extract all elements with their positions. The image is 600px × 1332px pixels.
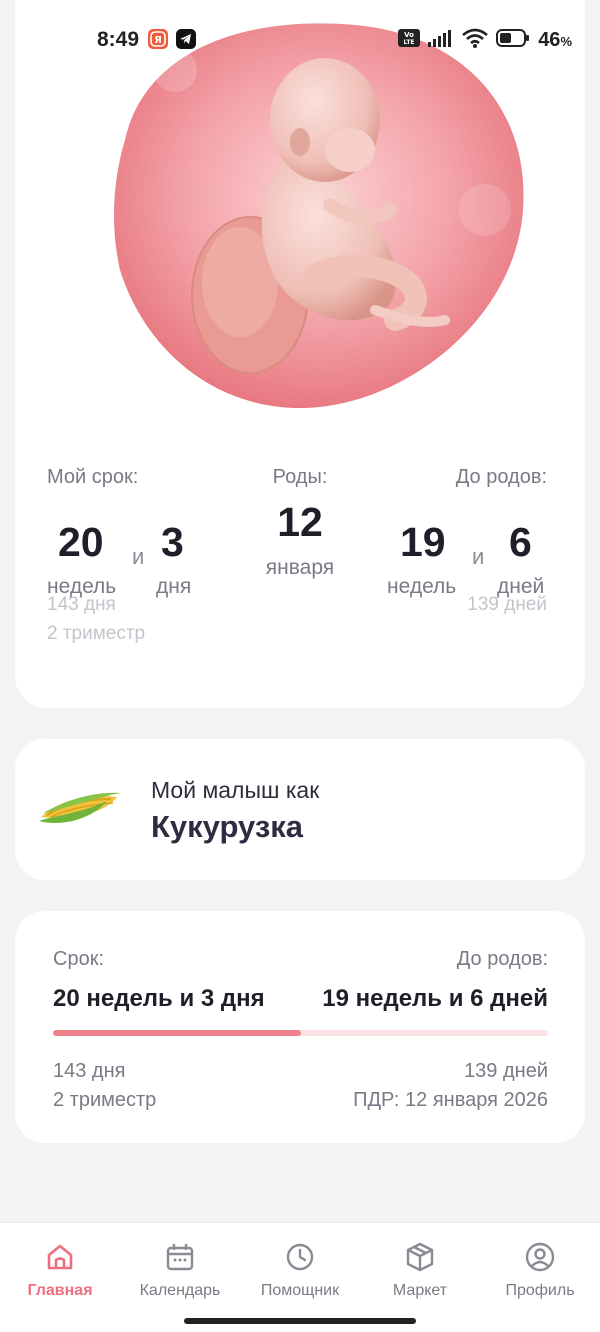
until-birth-column: До родов: 19 и 6 недель дней 139 дней	[387, 466, 547, 615]
svg-text:Vo: Vo	[404, 31, 414, 39]
birth-label: Роды:	[272, 466, 328, 488]
pregnancy-summary-card: Мой срок: 20 и 3 недель дня 143 дня 2 тр…	[15, 0, 585, 708]
trimester-small: 2 триместр	[53, 1089, 157, 1111]
pregnancy-progress-fill	[53, 1030, 301, 1036]
home-indicator[interactable]	[184, 1318, 416, 1324]
nav-assistant[interactable]: Помощник	[240, 1241, 360, 1300]
nav-profile-label: Профиль	[505, 1282, 575, 1299]
battery-icon	[496, 28, 530, 53]
and-label: и	[132, 544, 145, 569]
wifi-icon	[462, 28, 489, 53]
profile-icon	[525, 1242, 555, 1272]
corn-icon	[37, 787, 123, 834]
nav-home[interactable]: Главная	[0, 1241, 120, 1300]
status-bar: 8:49 Я Vo LTE 46%	[0, 0, 600, 78]
signal-icon	[428, 29, 454, 52]
weeks-number: 20	[58, 519, 104, 565]
embryo-illustration	[105, 20, 525, 410]
home-icon	[47, 1244, 73, 1270]
nav-home-label: Главная	[27, 1282, 93, 1299]
days-number: 3	[161, 519, 184, 565]
my-term-column: Мой срок: 20 и 3 недель дня 143 дня 2 тр…	[47, 466, 207, 644]
svg-text:Я: Я	[154, 35, 162, 46]
status-indicators: Vo LTE 46%	[398, 28, 572, 53]
nav-calendar-label: Календарь	[139, 1282, 221, 1299]
term-value: 20 недель и 3 дня	[53, 985, 265, 1012]
baby-size-subtitle: Мой малыш как	[151, 777, 320, 803]
nav-calendar[interactable]: Календарь	[120, 1241, 240, 1300]
total-days-small: 143 дня	[53, 1060, 126, 1082]
svg-text:LTE: LTE	[404, 39, 415, 46]
until-weeks-unit: недель	[387, 575, 457, 598]
nav-profile[interactable]: Профиль	[480, 1241, 600, 1300]
nav-assistant-label: Помощник	[260, 1282, 340, 1299]
trimester: 2 триместр	[47, 623, 146, 644]
pregnancy-progress-bar	[53, 1030, 548, 1036]
clock-icon	[286, 1243, 314, 1271]
nav-market[interactable]: Маркет	[360, 1241, 480, 1300]
days-unit: дня	[156, 575, 192, 598]
total-days: 143 дня	[47, 594, 116, 615]
remaining-days: 139 дней	[464, 1060, 548, 1082]
bottom-navigation: Главная Календарь Помощник Маркет Профил…	[0, 1222, 600, 1332]
box-icon	[406, 1242, 434, 1272]
until-label: До родов:	[456, 948, 548, 970]
due-date: ПДР: 12 января 2026	[353, 1089, 548, 1111]
baby-size-card[interactable]: Мой малыш как Кукурузка	[15, 739, 585, 880]
status-time: 8:49	[97, 28, 140, 51]
calendar-icon	[166, 1244, 194, 1271]
nav-market-label: Маркет	[392, 1282, 448, 1299]
birth-column: Роды: 12 января	[240, 466, 360, 580]
telegram-icon	[176, 29, 196, 49]
yandex-app-icon: Я	[148, 29, 168, 49]
birth-day: 12	[277, 499, 323, 545]
battery-level: 46%	[538, 29, 572, 51]
until-days-number: 6	[509, 519, 532, 565]
volte-icon: Vo LTE	[398, 29, 421, 52]
until-total-days: 139 дней	[467, 594, 547, 615]
birth-month: января	[265, 556, 335, 579]
baby-size-title: Кукурузка	[151, 809, 304, 844]
until-value: 19 недель и 6 дней	[322, 985, 548, 1012]
and-label-2: и	[472, 544, 485, 569]
progress-card: Срок: До родов: 20 недель и 3 дня 19 нед…	[15, 911, 585, 1143]
term-label: Срок:	[53, 948, 104, 970]
until-birth-label: До родов:	[455, 466, 547, 488]
my-term-label: Мой срок:	[47, 466, 139, 488]
until-weeks-number: 19	[400, 519, 446, 565]
